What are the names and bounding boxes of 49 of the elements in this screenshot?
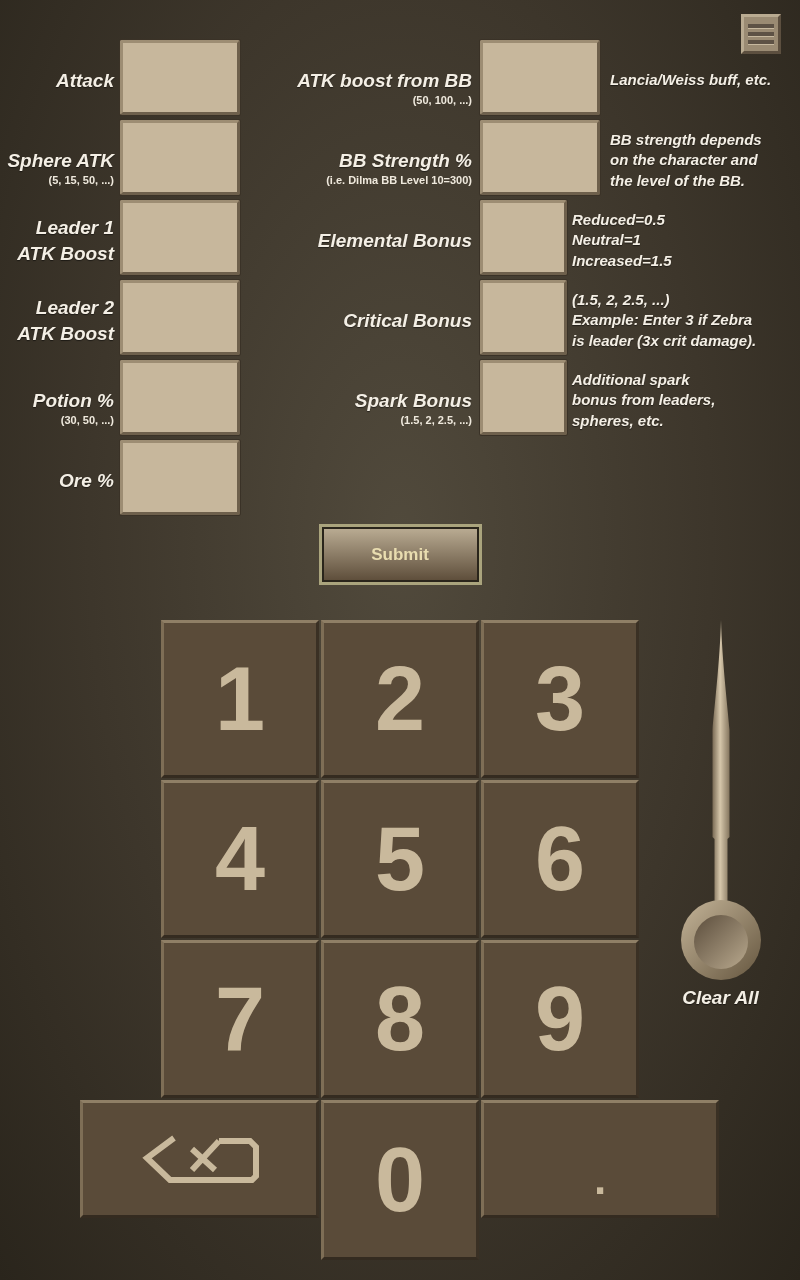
- input-field[interactable]: [120, 280, 240, 355]
- digit-key[interactable]: 6: [481, 780, 639, 938]
- backspace-icon: [140, 1134, 259, 1184]
- help-text: Additional spark bonus from leaders, spheres, etc.: [572, 369, 716, 431]
- hint-text: (i.e. Dilma BB Level 10=300): [326, 174, 472, 187]
- digit-key[interactable]: 0: [321, 1100, 479, 1260]
- menu-button[interactable]: [741, 14, 781, 54]
- hint-text: (50, 100, ...): [412, 94, 472, 107]
- help-text: (1.5, 2, 2.5, ...) Example: Enter 3 if Zebra is leader (3x crit damage).: [572, 289, 757, 351]
- field-label: ATK boost from BB: [297, 69, 472, 93]
- help-text: Lancia/Weiss buff, etc.: [610, 70, 772, 91]
- hint-text: (5, 15, 50, ...): [48, 174, 114, 187]
- input-field[interactable]: [120, 200, 240, 275]
- input-field[interactable]: [480, 200, 567, 275]
- field-label: Sphere ATK: [7, 149, 114, 173]
- digit-key[interactable]: 9: [481, 940, 639, 1098]
- field-label: Leader 2 ATK Boost: [17, 296, 114, 346]
- field-label: Elemental Bonus: [317, 229, 472, 253]
- field-label: Leader 1 ATK Boost: [17, 216, 114, 266]
- field-label: Ore %: [59, 469, 114, 493]
- help-text: BB strength depends on the character and the level of the BB.: [610, 129, 762, 191]
- digit-key[interactable]: 5: [321, 780, 479, 938]
- input-field[interactable]: [120, 440, 240, 515]
- input-field[interactable]: [480, 120, 600, 195]
- digit-key[interactable]: 3: [481, 620, 639, 778]
- menu-icon: [748, 23, 774, 45]
- input-field[interactable]: [120, 120, 240, 195]
- decimal-point-key[interactable]: .: [481, 1100, 719, 1218]
- field-label: Attack: [55, 69, 114, 93]
- backspace-key[interactable]: [80, 1100, 319, 1218]
- submit-button[interactable]: Submit: [318, 524, 482, 585]
- hint-text: (30, 50, ...): [60, 414, 114, 427]
- hint-text: (1.5, 2, 2.5, ...): [400, 414, 472, 427]
- digit-key[interactable]: 8: [321, 940, 479, 1098]
- field-label: BB Strength %: [339, 149, 472, 173]
- digit-key[interactable]: 4: [161, 780, 319, 938]
- clear-all-lever[interactable]: Clear All: [680, 620, 761, 1009]
- input-field[interactable]: [120, 40, 240, 115]
- digit-key[interactable]: 1: [161, 620, 319, 778]
- digit-key[interactable]: 2: [321, 620, 479, 778]
- field-label: Spark Bonus: [354, 389, 472, 413]
- help-text: Reduced=0.5 Neutral=1 Increased=1.5: [572, 209, 672, 271]
- digit-key[interactable]: 7: [161, 940, 319, 1098]
- input-field[interactable]: [480, 280, 567, 355]
- field-label: Critical Bonus: [343, 309, 472, 333]
- input-field[interactable]: [480, 40, 600, 115]
- input-field[interactable]: [480, 360, 567, 435]
- field-label: Potion %: [32, 389, 114, 413]
- input-field[interactable]: [120, 360, 240, 435]
